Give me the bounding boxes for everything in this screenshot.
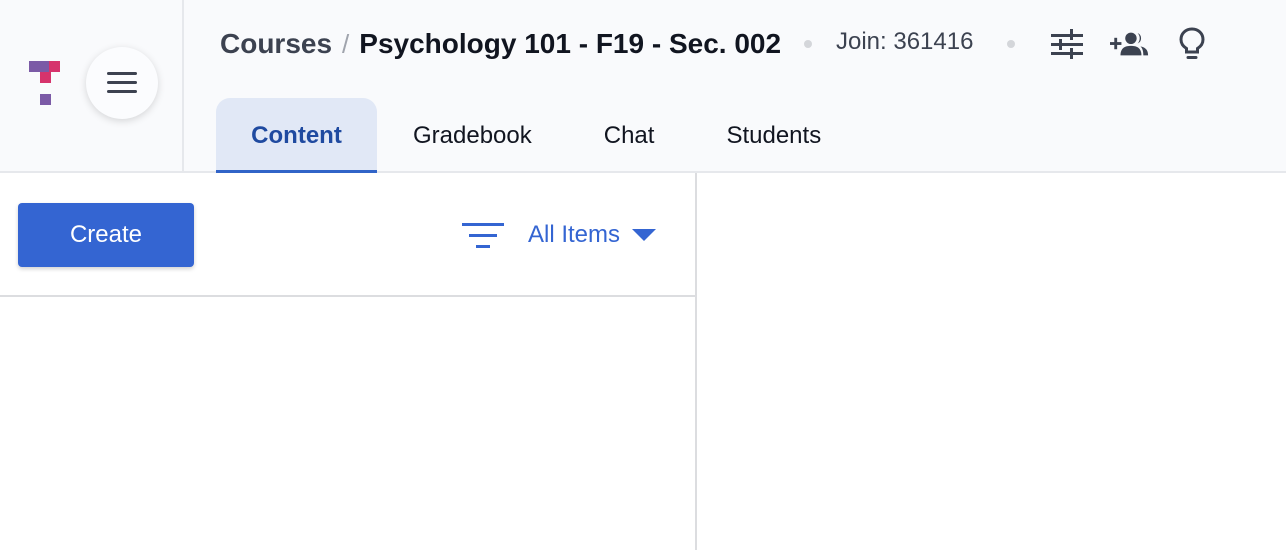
course-settings-button[interactable]	[1047, 24, 1087, 64]
tab-chat[interactable]: Chat	[568, 98, 691, 173]
breadcrumb-separator: /	[342, 28, 350, 59]
lightbulb-icon	[1179, 27, 1205, 59]
course-title: Psychology 101 - F19 - Sec. 002	[359, 28, 782, 59]
separator-dot	[804, 40, 812, 48]
tophat-logo[interactable]	[29, 61, 63, 105]
logo-block-purple	[29, 61, 49, 72]
tab-content[interactable]: Content	[216, 98, 377, 173]
tips-button[interactable]	[1172, 24, 1212, 64]
breadcrumb-courses-link[interactable]: Courses	[220, 28, 332, 60]
create-button[interactable]: Create	[18, 203, 194, 267]
hamburger-menu-icon	[107, 72, 137, 93]
filter-selected-label: All Items	[528, 221, 621, 248]
content-detail-panel	[699, 173, 1286, 550]
filter-icon	[462, 223, 504, 248]
logo-block-pink	[49, 61, 60, 72]
tab-gradebook[interactable]: Gradebook	[377, 98, 568, 173]
course-tabs: Content Gradebook Chat Students	[216, 98, 857, 173]
separator-dot	[1007, 40, 1015, 48]
add-people-icon	[1110, 32, 1149, 56]
tab-students[interactable]: Students	[690, 98, 857, 173]
main-menu-button[interactable]	[86, 47, 158, 119]
logo-block-pink-stem	[40, 72, 51, 83]
left-rail	[0, 0, 184, 171]
logo-block-purple-dot	[40, 94, 51, 105]
sliders-settings-icon	[1051, 29, 1083, 59]
breadcrumb: Courses / Psychology 101 - F19 - Sec. 00…	[220, 26, 781, 62]
invite-students-button[interactable]	[1110, 24, 1150, 64]
content-toolbar: Create All Items	[0, 173, 695, 297]
caret-down-icon	[632, 229, 657, 241]
course-header: Courses / Psychology 101 - F19 - Sec. 00…	[0, 0, 1286, 173]
content-filter-dropdown[interactable]: All Items	[462, 217, 657, 253]
join-code: Join: 361416	[836, 28, 974, 55]
content-list-panel: Create All Items	[0, 173, 697, 550]
